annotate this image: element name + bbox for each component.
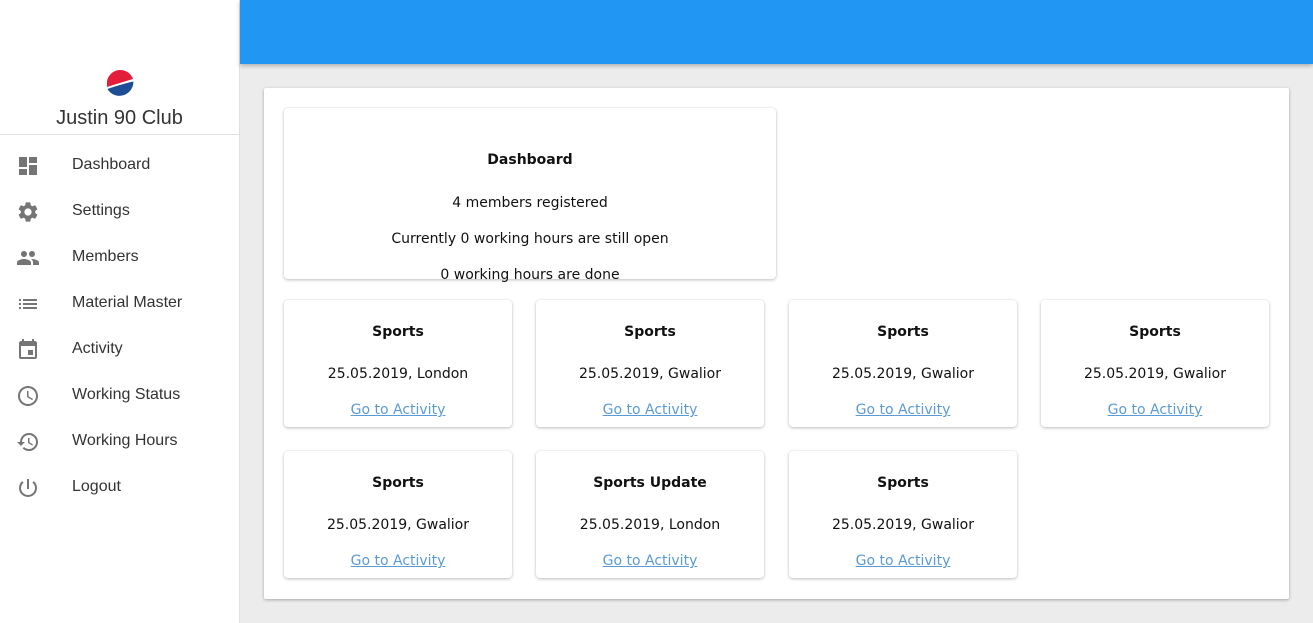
- people-icon: [16, 246, 40, 270]
- activity-date-location: 25.05.2019, London: [327, 366, 469, 382]
- activity-title: Sports: [372, 324, 424, 340]
- summary-card: Dashboard 4 members registered Currently…: [284, 108, 776, 283]
- activity-title: Sports: [624, 324, 676, 340]
- sidebar-item-material-master[interactable]: Material Master: [0, 281, 239, 327]
- activity-card: Sports 25.05.2019, Gwalior Go to Activit…: [1041, 300, 1269, 427]
- clock-icon: [16, 384, 40, 408]
- dashboard-panel: Dashboard 4 members registered Currently…: [264, 88, 1289, 599]
- sidebar: Justin 90 Club Dashboard Settings Member…: [0, 0, 240, 623]
- sidebar-item-label: Settings: [72, 202, 130, 219]
- open-hours-status: Currently 0 working hours are still open: [391, 231, 669, 247]
- sidebar-item-dashboard[interactable]: Dashboard: [0, 143, 239, 189]
- go-to-activity-link[interactable]: Go to Activity: [536, 402, 764, 418]
- activity-title: Sports: [1129, 324, 1181, 340]
- sidebar-item-working-status[interactable]: Working Status: [0, 373, 239, 419]
- gear-icon: [16, 200, 40, 224]
- activity-card: Sports 25.05.2019, Gwalior Go to Activit…: [536, 300, 764, 427]
- go-to-activity-link[interactable]: Go to Activity: [789, 553, 1017, 569]
- activity-card: Sports 25.05.2019, Gwalior Go to Activit…: [789, 300, 1017, 427]
- activity-title: Sports: [877, 324, 929, 340]
- activity-card: Sports 25.05.2019, Gwalior Go to Activit…: [284, 451, 512, 578]
- sidebar-item-settings[interactable]: Settings: [0, 189, 239, 235]
- activity-title: Sports Update: [593, 475, 707, 491]
- activity-date-location: 25.05.2019, Gwalior: [831, 517, 975, 533]
- sidebar-item-activity[interactable]: Activity: [0, 327, 239, 373]
- activity-date-location: 25.05.2019, Gwalior: [831, 366, 975, 382]
- sidebar-item-label: Material Master: [72, 294, 183, 311]
- done-hours-status: 0 working hours are done: [440, 267, 620, 283]
- sidebar-item-members[interactable]: Members: [0, 235, 239, 281]
- activity-title: Sports: [877, 475, 929, 491]
- list-icon: [16, 292, 40, 316]
- activity-card: Sports 25.05.2019, Gwalior Go to Activit…: [789, 451, 1017, 578]
- summary-title: Dashboard: [487, 152, 573, 168]
- sidebar-item-label: Working Hours: [72, 432, 178, 449]
- go-to-activity-link[interactable]: Go to Activity: [284, 402, 512, 418]
- sidebar-item-label: Activity: [72, 340, 123, 357]
- sidebar-item-label: Logout: [72, 478, 121, 495]
- brand-name: Justin 90 Club: [56, 107, 183, 129]
- sidebar-item-label: Working Status: [72, 386, 181, 403]
- activity-card: Sports 25.05.2019, London Go to Activity: [284, 300, 512, 427]
- sidebar-item-label: Members: [72, 248, 139, 265]
- activity-date-location: 25.05.2019, Gwalior: [326, 517, 470, 533]
- sidebar-item-label: Dashboard: [72, 156, 151, 173]
- activity-card: Sports Update 25.05.2019, London Go to A…: [536, 451, 764, 578]
- sidebar-item-logout[interactable]: Logout: [0, 465, 239, 511]
- activity-date-location: 25.05.2019, Gwalior: [1083, 366, 1227, 382]
- history-icon: [16, 430, 40, 454]
- pepsi-logo-icon: [105, 69, 135, 99]
- power-icon: [16, 476, 40, 500]
- members-count: 4 members registered: [452, 195, 608, 211]
- activity-date-location: 25.05.2019, Gwalior: [578, 366, 722, 382]
- go-to-activity-link[interactable]: Go to Activity: [284, 553, 512, 569]
- go-to-activity-link[interactable]: Go to Activity: [1041, 402, 1269, 418]
- go-to-activity-link[interactable]: Go to Activity: [536, 553, 764, 569]
- dashboard-icon: [16, 154, 40, 178]
- activity-date-location: 25.05.2019, London: [579, 517, 721, 533]
- top-app-bar: [240, 0, 1313, 64]
- sidebar-item-working-hours[interactable]: Working Hours: [0, 419, 239, 465]
- activity-title: Sports: [372, 475, 424, 491]
- go-to-activity-link[interactable]: Go to Activity: [789, 402, 1017, 418]
- sidebar-nav: Dashboard Settings Members Material Mast…: [0, 143, 239, 511]
- brand-header: Justin 90 Club: [0, 0, 239, 135]
- calendar-icon: [16, 338, 40, 362]
